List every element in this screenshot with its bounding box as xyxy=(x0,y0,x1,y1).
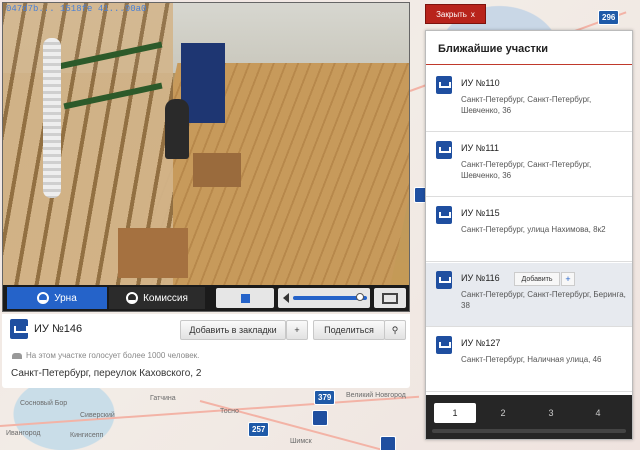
people-icon xyxy=(12,353,22,359)
share-button[interactable]: Поделиться xyxy=(313,320,385,340)
station-item-title: ИУ №115 xyxy=(461,208,500,218)
close-icon: x xyxy=(470,9,475,19)
station-title: ИУ №146 xyxy=(34,323,83,335)
volume-knob[interactable] xyxy=(355,293,364,301)
map-city-label: Великий Новгород xyxy=(346,392,406,399)
station-item[interactable]: ИУ №110 Санкт-Петербург, Санкт-Петербург… xyxy=(426,68,632,132)
station-note: На этом участке голосует более 1000 чело… xyxy=(26,351,200,360)
page-button[interactable]: 3 xyxy=(530,403,572,423)
station-item[interactable]: ИУ №111 Санкт-Петербург, Санкт-Петербург… xyxy=(426,133,632,197)
station-item-address: Санкт-Петербург, Санкт-Петербург, Беринг… xyxy=(461,290,626,310)
plus-icon[interactable]: + xyxy=(561,272,575,286)
station-item-address: Санкт-Петербург, Санкт-Петербург, Шевчен… xyxy=(461,95,592,115)
tab-urn-label: Урна xyxy=(54,292,77,304)
webcam-icon xyxy=(126,292,139,304)
map-city-label: Сосновый Бор xyxy=(20,400,68,407)
ballot-box-icon xyxy=(436,206,452,224)
station-info-panel: ИУ №146 Добавить в закладки + Поделиться… xyxy=(2,314,410,388)
webcam-icon xyxy=(37,292,50,304)
page-button[interactable]: 2 xyxy=(482,403,524,423)
map-cluster-badge[interactable]: 257 xyxy=(248,422,270,437)
page-button[interactable]: 1 xyxy=(434,403,476,423)
fullscreen-button[interactable] xyxy=(374,288,406,308)
page-button[interactable]: 4 xyxy=(577,403,619,423)
station-item-title: ИУ №127 xyxy=(461,338,501,348)
map-station-marker[interactable] xyxy=(380,436,396,450)
fullscreen-icon xyxy=(382,292,398,304)
tab-commission[interactable]: Комиссия xyxy=(109,287,205,309)
map-city-label: Сиверский xyxy=(80,412,115,419)
map-city-label: Кингисепп xyxy=(70,432,104,439)
share-icon[interactable]: ⚲ xyxy=(384,320,406,340)
station-item[interactable]: ИУ №127 Санкт-Петербург, Наличная улица,… xyxy=(426,328,632,392)
volume-icon xyxy=(283,293,289,303)
station-item-address: Санкт-Петербург, улица Нахимова, 8к2 xyxy=(461,225,606,234)
stop-icon xyxy=(240,293,250,303)
ballot-box-icon xyxy=(436,76,452,94)
station-item-address: Санкт-Петербург, Наличная улица, 46 xyxy=(461,355,602,364)
station-item-title: ИУ №110 xyxy=(461,78,500,88)
stop-button[interactable] xyxy=(216,288,274,308)
add-station-button[interactable]: Добавить xyxy=(514,272,560,286)
volume-slider[interactable] xyxy=(293,293,367,301)
close-button[interactable]: Закрыть x xyxy=(425,4,486,24)
map-city-label: Ивангород xyxy=(6,430,41,437)
scrollbar[interactable] xyxy=(432,429,626,433)
ballot-box-icon xyxy=(436,336,452,354)
add-bookmark-button[interactable]: Добавить в закладки xyxy=(180,320,286,340)
plus-icon[interactable]: + xyxy=(286,320,308,340)
nearby-stations-panel: Ближайшие участки ИУ №110 Санкт-Петербур… xyxy=(425,30,633,440)
close-button-label: Закрыть xyxy=(436,9,467,19)
station-item-address: Санкт-Петербург, Санкт-Петербург, Шевчен… xyxy=(461,160,592,180)
camera-view[interactable]: 047d7b... 1518fe 41...90a0 xyxy=(3,3,409,285)
map-city-label: Шимск xyxy=(290,438,312,445)
pagination: 1 2 3 4 xyxy=(426,395,632,439)
camera-rope xyxy=(43,38,61,198)
camera-table xyxy=(193,153,241,187)
map-cluster-badge[interactable]: 379 xyxy=(314,390,336,405)
station-item[interactable]: ИУ №115 Санкт-Петербург, улица Нахимова,… xyxy=(426,198,632,262)
map-station-marker[interactable] xyxy=(312,410,328,426)
ballot-box-icon xyxy=(436,271,452,289)
map-cluster-badge[interactable]: 296 xyxy=(598,10,620,25)
station-item[interactable]: ИУ №116 Добавить + Санкт-Петербург, Санк… xyxy=(426,263,632,327)
camera-id: 047d7b... 1518fe 41...90a0 xyxy=(6,4,147,14)
station-item-title: ИУ №111 xyxy=(461,143,500,153)
nearby-header: Ближайшие участки xyxy=(426,31,632,65)
camera-table xyxy=(118,228,188,278)
camera-person xyxy=(165,99,189,159)
ballot-box-icon xyxy=(10,319,28,339)
tab-urn[interactable]: Урна xyxy=(7,287,107,309)
map-city-label: Тосно xyxy=(220,408,239,415)
station-address: Санкт-Петербург, переулок Каховского, 2 xyxy=(11,368,202,379)
station-item-title: ИУ №116 xyxy=(461,273,500,283)
video-panel: 047d7b... 1518fe 41...90a0 Урна Комиссия xyxy=(2,2,410,312)
tab-commission-label: Комиссия xyxy=(143,292,188,304)
volume-control[interactable] xyxy=(278,288,370,308)
map-city-label: Гатчина xyxy=(150,395,176,402)
video-controls: Урна Комиссия xyxy=(3,285,409,311)
ballot-box-icon xyxy=(436,141,452,159)
